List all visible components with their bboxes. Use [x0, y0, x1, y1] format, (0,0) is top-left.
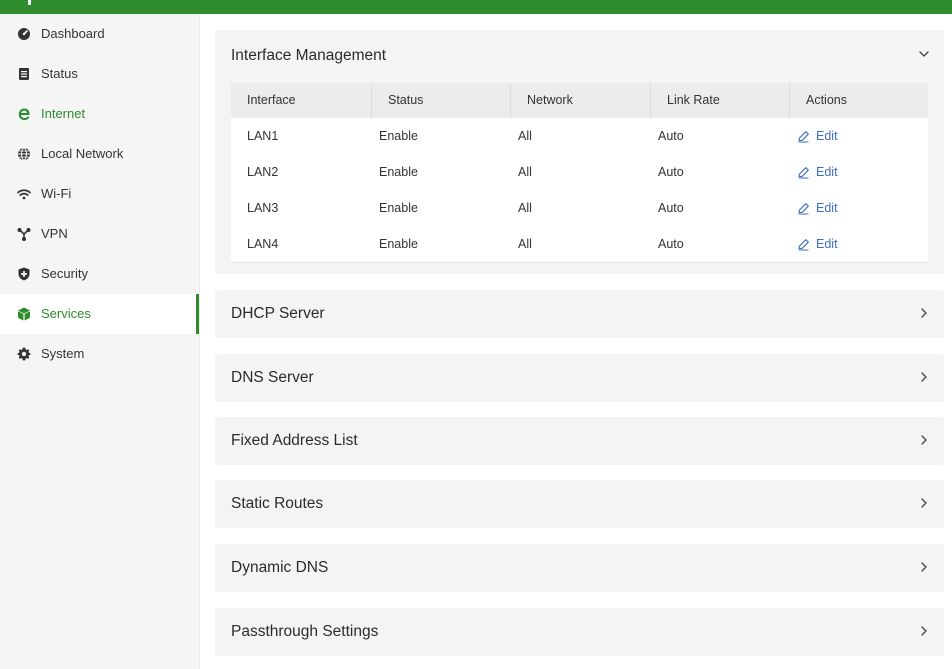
edit-button[interactable]: Edit [797, 190, 838, 226]
cell-network: All [518, 129, 532, 143]
dashboard-gauge-icon [18, 28, 30, 40]
cell-interface: LAN4 [247, 237, 279, 251]
edit-label: Edit [816, 237, 838, 251]
column-header-status: Status [371, 83, 510, 118]
edit-label: Edit [816, 165, 838, 179]
sidebar-item-dashboard[interactable]: Dashboard [0, 14, 199, 54]
static-routes-panel[interactable]: Static Routes [215, 480, 944, 528]
internet-explorer-icon [18, 108, 30, 120]
pencil-icon [798, 202, 809, 215]
sidebar-item-label: Wi-Fi [41, 186, 72, 201]
chevron-right-icon [921, 308, 927, 318]
panel-title: Fixed Address List [231, 432, 358, 449]
edit-button[interactable]: Edit [797, 226, 838, 262]
table-row: LAN1 Enable All Auto Edit [231, 118, 928, 155]
cell-link-rate: Auto [658, 129, 684, 143]
shield-icon [18, 267, 30, 281]
sidebar-item-label: Dashboard [41, 26, 105, 41]
cell-network: All [518, 201, 532, 215]
vpn-network-icon [17, 228, 31, 241]
panel-title: Passthrough Settings [231, 623, 379, 640]
chevron-down-icon[interactable] [918, 48, 930, 60]
panel-title: Static Routes [231, 495, 324, 512]
pencil-icon [798, 238, 809, 251]
panel-title[interactable]: Interface Management [231, 47, 386, 65]
sidebar-item-local-network[interactable]: Local Network [0, 134, 199, 174]
sidebar-item-services[interactable]: Services [0, 294, 199, 334]
sidebar-item-label: Security [41, 266, 88, 281]
cell-interface: LAN2 [247, 165, 279, 179]
edit-label: Edit [816, 129, 838, 143]
cell-network: All [518, 237, 532, 251]
table-row: LAN4 Enable All Auto Edit [231, 226, 928, 263]
cell-status: Enable [379, 165, 418, 179]
chevron-right-icon [921, 435, 927, 445]
cell-link-rate: Auto [658, 201, 684, 215]
dynamic-dns-panel[interactable]: Dynamic DNS [215, 544, 944, 592]
sidebar-item-label: System [41, 346, 85, 361]
sidebar-item-label: Status [41, 66, 78, 81]
sidebar-item-status[interactable]: Status [0, 54, 199, 94]
sidebar-item-wifi[interactable]: Wi-Fi [0, 174, 199, 214]
gear-icon [17, 347, 31, 361]
dhcp-server-panel[interactable]: DHCP Server [215, 290, 944, 338]
edit-button[interactable]: Edit [797, 118, 838, 154]
edit-button[interactable]: Edit [797, 154, 838, 190]
sidebar-item-security[interactable]: Security [0, 254, 199, 294]
table-header: Interface Status Network Link Rate Actio… [231, 83, 928, 118]
edit-label: Edit [816, 201, 838, 215]
cube-icon [18, 307, 30, 321]
chevron-right-icon [921, 498, 927, 508]
pencil-icon [798, 166, 809, 179]
main-content: Interface Management Interface Status Ne… [200, 14, 952, 669]
table-row: LAN3 Enable All Auto Edit [231, 190, 928, 227]
cell-link-rate: Auto [658, 237, 684, 251]
cell-interface: LAN1 [247, 129, 279, 143]
cell-network: All [518, 165, 532, 179]
cell-status: Enable [379, 129, 418, 143]
column-header-link-rate: Link Rate [650, 83, 789, 118]
top-header-bar [0, 0, 952, 14]
table-row: LAN2 Enable All Auto Edit [231, 154, 928, 191]
panel-title: Dynamic DNS [231, 559, 329, 576]
chevron-right-icon [921, 626, 927, 636]
cell-link-rate: Auto [658, 165, 684, 179]
list-document-icon [19, 68, 29, 80]
passthrough-settings-panel[interactable]: Passthrough Settings [215, 608, 944, 656]
cell-status: Enable [379, 201, 418, 215]
cell-status: Enable [379, 237, 418, 251]
sidebar-item-label: VPN [41, 226, 68, 241]
column-header-network: Network [510, 83, 650, 118]
fixed-address-list-panel[interactable]: Fixed Address List [215, 417, 944, 465]
column-header-actions: Actions [789, 83, 928, 118]
logo-fragment [28, 0, 31, 5]
sidebar-item-vpn[interactable]: VPN [0, 214, 199, 254]
pencil-icon [798, 130, 809, 143]
interface-management-panel: Interface Management Interface Status Ne… [215, 30, 944, 274]
panel-title: DNS Server [231, 369, 314, 386]
sidebar-item-label: Internet [41, 106, 86, 121]
sidebar-item-internet[interactable]: Internet [0, 94, 199, 134]
dns-server-panel[interactable]: DNS Server [215, 354, 944, 402]
panel-title: DHCP Server [231, 305, 325, 322]
globe-icon [18, 147, 30, 161]
column-header-interface: Interface [247, 93, 296, 107]
sidebar-nav: Dashboard Status Internet Local Network [0, 14, 200, 669]
cell-interface: LAN3 [247, 201, 279, 215]
chevron-right-icon [921, 372, 927, 382]
sidebar-item-system[interactable]: System [0, 334, 199, 374]
sidebar-item-label: Services [41, 306, 91, 321]
wifi-icon [17, 189, 31, 200]
sidebar-item-label: Local Network [41, 146, 124, 161]
chevron-right-icon [921, 562, 927, 572]
